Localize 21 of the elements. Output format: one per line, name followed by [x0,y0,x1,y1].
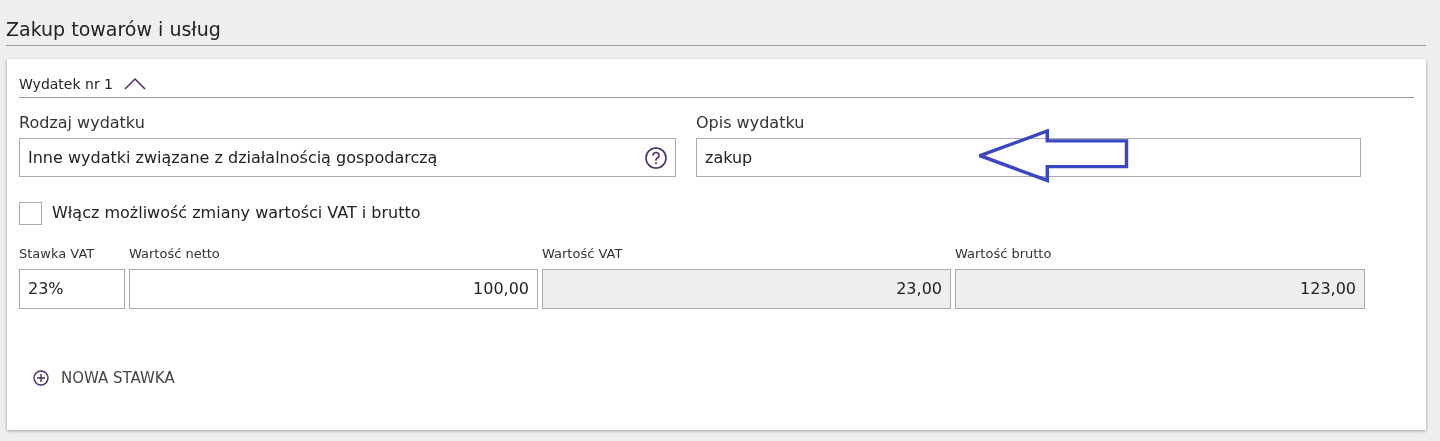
field-label: Rodzaj wydatku [19,112,146,134]
expense-title: Wydatek nr 1 [19,74,113,94]
value-field: 23,00 [542,269,951,309]
value-field[interactable]: 23% [19,269,125,309]
section-title: Zakup towarów i usług [6,17,222,42]
description-field[interactable]: zakup [696,138,1361,177]
field-label: Wartość brutto [955,245,1053,263]
arrow-annotation-icon [979,129,1129,183]
help-icon[interactable] [645,146,667,169]
add-rate-button[interactable]: NOWA STAWKA [33,367,175,390]
field-label: Wartość VAT [542,245,624,263]
expense-type-field[interactable]: Inne wydatki związane z działalnością gospodarczą [19,138,676,177]
field-label: Wartość netto [129,245,221,263]
value-field[interactable]: 100,00 [129,269,538,309]
value-field: 123,00 [955,269,1365,309]
plus-circle-icon [33,370,49,387]
checkbox-label: Włącz możliwość zmiany wartości VAT i brutto [52,202,421,224]
field-label: Stawka VAT [19,245,96,263]
checkbox[interactable] [19,201,42,225]
field-label: Opis wydatku [696,112,806,134]
chevron-up-icon[interactable] [123,77,147,91]
